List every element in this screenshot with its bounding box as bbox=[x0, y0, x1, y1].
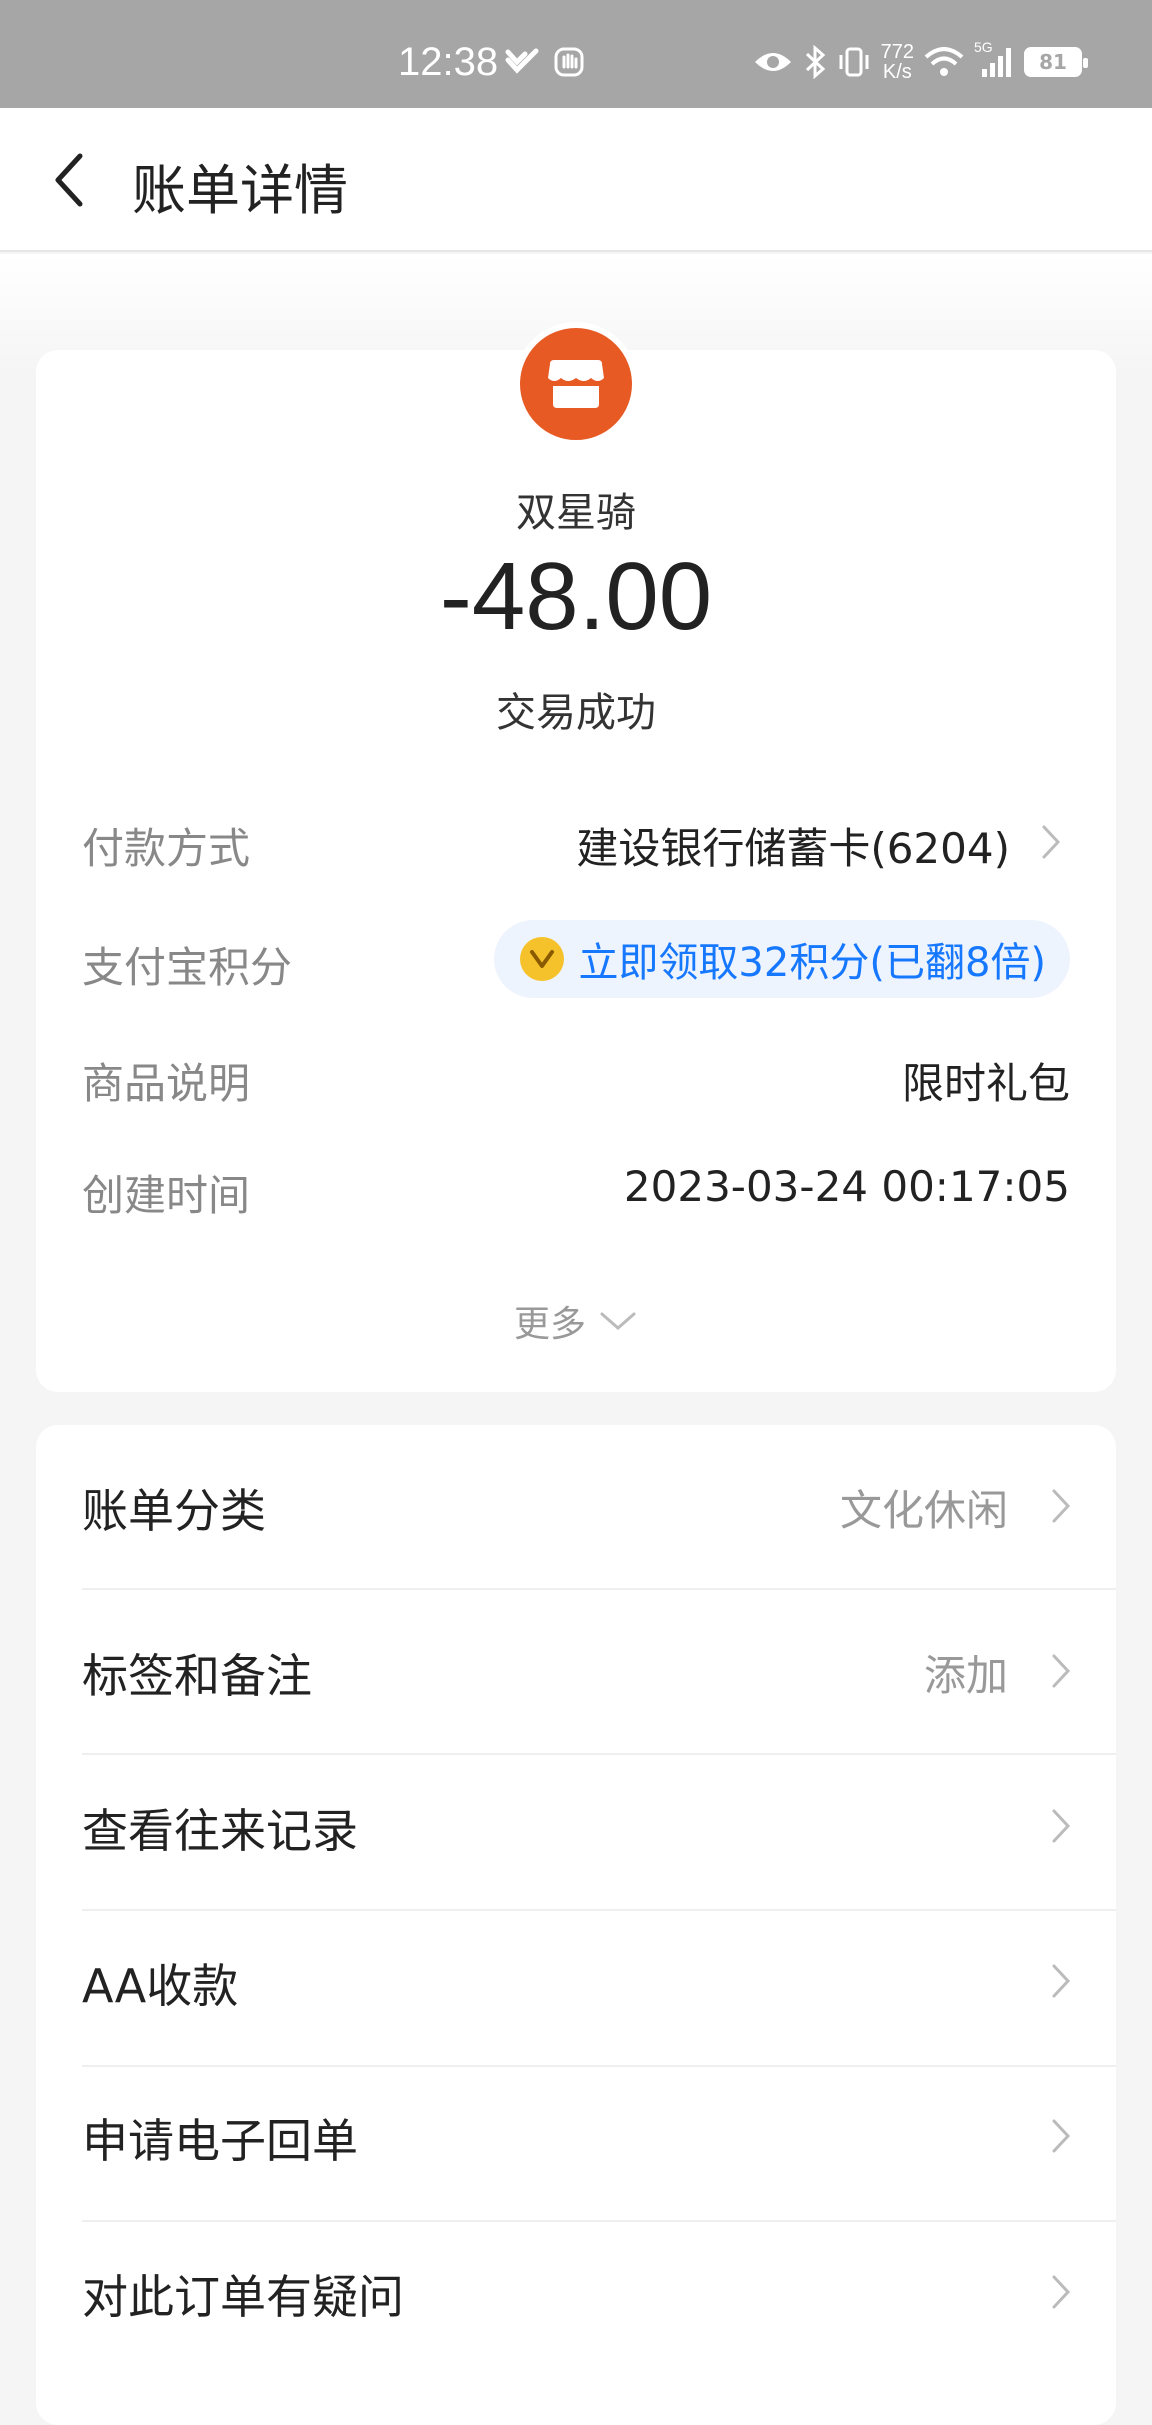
bill-actions-card: 账单分类 文化休闲 标签和备注 添加 查看往来记录 AA收款 申请电子回单 对此… bbox=[36, 1425, 1116, 2425]
signal-icon bbox=[982, 48, 1011, 77]
wifi-icon bbox=[924, 47, 964, 76]
status-notification-icons bbox=[505, 46, 585, 78]
transaction-status: 交易成功 bbox=[496, 690, 656, 736]
menu-item-label: 查看往来记录 bbox=[82, 1804, 358, 1858]
network-speed-unit: K/s bbox=[882, 61, 912, 83]
menu-item-e-receipt[interactable]: 申请电子回单 bbox=[36, 2055, 1116, 2215]
detail-label: 付款方式 bbox=[82, 824, 251, 873]
more-toggle[interactable]: 更多 bbox=[36, 1295, 1116, 1347]
menu-item-label: 标签和备注 bbox=[82, 1649, 312, 1703]
detail-label: 商品说明 bbox=[82, 1059, 251, 1108]
cellular-signal: 5G bbox=[974, 39, 1014, 79]
network-speed: 772 K/s bbox=[881, 42, 914, 82]
status-bar: 12:38 772 K/s 5G 81 bbox=[0, 0, 1152, 108]
detail-label: 支付宝积分 bbox=[82, 943, 293, 992]
chevron-right-icon bbox=[1052, 2275, 1071, 2309]
claim-points-text: 立即领取32积分(已翻8倍) bbox=[578, 940, 1046, 986]
menu-item-label: 账单分类 bbox=[82, 1484, 266, 1538]
menu-item-bill-category[interactable]: 账单分类 文化休闲 bbox=[36, 1425, 1116, 1585]
back-arrow-icon[interactable] bbox=[36, 144, 108, 216]
menu-item-aa-collect[interactable]: AA收款 bbox=[36, 1900, 1116, 2060]
detail-label: 创建时间 bbox=[82, 1171, 251, 1220]
chevron-right-icon bbox=[1052, 1489, 1071, 1523]
menu-item-transaction-history[interactable]: 查看往来记录 bbox=[36, 1745, 1116, 1905]
chevron-right-icon bbox=[1052, 1654, 1071, 1688]
more-label: 更多 bbox=[513, 1304, 586, 1345]
hand-icon bbox=[554, 47, 584, 77]
detail-row-created-time: 创建时间 2023-03-24 00:17:05 bbox=[82, 1150, 1070, 1220]
chevron-right-icon bbox=[1042, 825, 1061, 859]
bluetooth-icon bbox=[805, 45, 825, 79]
network-speed-value: 772 bbox=[880, 41, 914, 63]
chevron-right-icon bbox=[1052, 1809, 1071, 1843]
chevron-right-icon bbox=[1052, 2119, 1071, 2153]
detail-row-points: 支付宝积分 立即领取32积分(已翻8倍) bbox=[82, 920, 1070, 1000]
detail-row-payment-method[interactable]: 付款方式 建设银行储蓄卡(6204) bbox=[82, 803, 1070, 873]
menu-item-order-question[interactable]: 对此订单有疑问 bbox=[36, 2211, 1116, 2371]
status-time: 12:38 bbox=[398, 40, 499, 84]
menu-item-tags-notes[interactable]: 标签和备注 添加 bbox=[36, 1590, 1116, 1750]
menu-item-label: 对此订单有疑问 bbox=[82, 2270, 404, 2324]
eye-icon bbox=[754, 53, 791, 71]
menu-item-value: 添加 bbox=[923, 1651, 1008, 1700]
nav-bar: 账单详情 bbox=[0, 108, 1152, 252]
merchant-store-icon bbox=[514, 322, 638, 446]
transaction-amount: -48.00 bbox=[439, 543, 713, 650]
chevron-down-icon bbox=[600, 1312, 636, 1330]
detail-value: 限时礼包 bbox=[901, 1059, 1070, 1108]
status-system-icons: 772 K/s 5G 81 bbox=[753, 39, 1088, 82]
claim-points-button[interactable]: 立即领取32积分(已翻8倍) bbox=[494, 920, 1070, 998]
chevron-right-icon bbox=[1052, 1964, 1071, 1998]
menu-item-label: 申请电子回单 bbox=[82, 2114, 358, 2168]
points-coin-icon bbox=[520, 937, 565, 981]
detail-value: 建设银行储蓄卡(6204) bbox=[576, 824, 1010, 873]
menu-item-label: AA收款 bbox=[82, 1959, 239, 2013]
notification-app-icon bbox=[505, 48, 539, 74]
vibrate-icon bbox=[839, 47, 869, 77]
detail-row-product: 商品说明 限时礼包 bbox=[82, 1038, 1070, 1108]
menu-item-value: 文化休闲 bbox=[839, 1486, 1008, 1535]
detail-value: 2023-03-24 00:17:05 bbox=[623, 1162, 1070, 1211]
merchant-name: 双星骑 bbox=[516, 490, 636, 536]
page-title: 账单详情 bbox=[132, 159, 348, 222]
transaction-summary-card: 双星骑 -48.00 交易成功 付款方式 建设银行储蓄卡(6204) 支付宝积分… bbox=[36, 322, 1116, 1392]
battery-indicator: 81 bbox=[1024, 47, 1088, 77]
